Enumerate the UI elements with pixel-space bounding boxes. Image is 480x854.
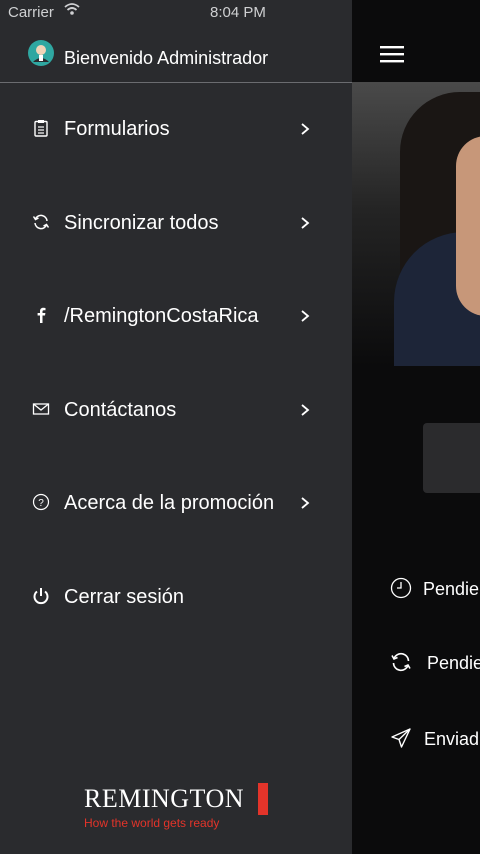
clock-label: 8:04 PM: [210, 4, 266, 21]
chevron-right-icon: [301, 310, 310, 322]
clock-icon: [390, 577, 412, 599]
carrier-label: Carrier: [8, 4, 54, 21]
welcome-text: Bienvenido Administrador: [64, 48, 269, 68]
menu-item-label: Acerca de la promoción: [64, 492, 275, 514]
menu-item-formularios[interactable]: Formularios: [0, 82, 352, 176]
menu-item-cerrar-sesion[interactable]: Cerrar sesión: [0, 550, 352, 644]
facebook-icon: [37, 307, 46, 323]
avatar: [28, 40, 54, 66]
action-card[interactable]: [423, 423, 480, 493]
status-bar: Carrier 8:04 PM: [0, 0, 352, 26]
sync-icon: [391, 652, 411, 672]
question-circle-icon: ?: [32, 493, 50, 511]
envelope-icon: [32, 402, 50, 415]
logo-brand: REMINGTON: [84, 784, 245, 813]
drawer-menu: Formularios Sincronizar todos /Remington…: [0, 82, 352, 643]
wifi-icon: [64, 3, 80, 15]
side-drawer: Carrier 8:04 PM Bienvenido Administrador: [0, 0, 352, 854]
menu-item-sincronizar[interactable]: Sincronizar todos: [0, 176, 352, 270]
chevron-right-icon: [301, 216, 310, 229]
hamburger-menu-icon[interactable]: [380, 44, 404, 64]
menu-item-facebook[interactable]: /RemingtonCostaRica: [0, 269, 352, 363]
menu-item-label: Formularios: [64, 118, 170, 140]
chevron-right-icon: [301, 497, 310, 509]
menu-item-label: Cerrar sesión: [64, 585, 185, 608]
menu-item-label: Sincronizar todos: [64, 211, 219, 234]
background-app: Pendie Pendie Enviad: [352, 0, 480, 854]
power-icon: [33, 587, 49, 604]
logo-tagline: How the world gets ready: [84, 816, 220, 830]
menu-item-acerca[interactable]: ? Acerca de la promoción: [0, 456, 352, 550]
status-row-text: Pendie: [427, 653, 480, 673]
sync-icon: [32, 214, 50, 229]
menu-item-label: Contáctanos: [64, 398, 177, 421]
menu-item-contactanos[interactable]: Contáctanos: [0, 363, 352, 457]
hero-image: [352, 82, 480, 366]
svg-text:?: ?: [38, 498, 44, 509]
menu-item-label: /RemingtonCostaRica: [64, 305, 259, 327]
hero-face-shape: [456, 136, 480, 316]
status-row-text: Pendie: [423, 579, 480, 599]
chevron-right-icon: [301, 123, 310, 135]
paper-plane-icon: [391, 728, 411, 748]
remington-logo: REMINGTON How the world gets ready: [84, 780, 284, 834]
status-row-text: Enviad: [424, 729, 480, 749]
drawer-header: Bienvenido Administrador: [0, 36, 352, 83]
chevron-right-icon: [301, 403, 310, 416]
clipboard-icon: [34, 120, 48, 137]
logo-red-bar: [258, 783, 268, 815]
